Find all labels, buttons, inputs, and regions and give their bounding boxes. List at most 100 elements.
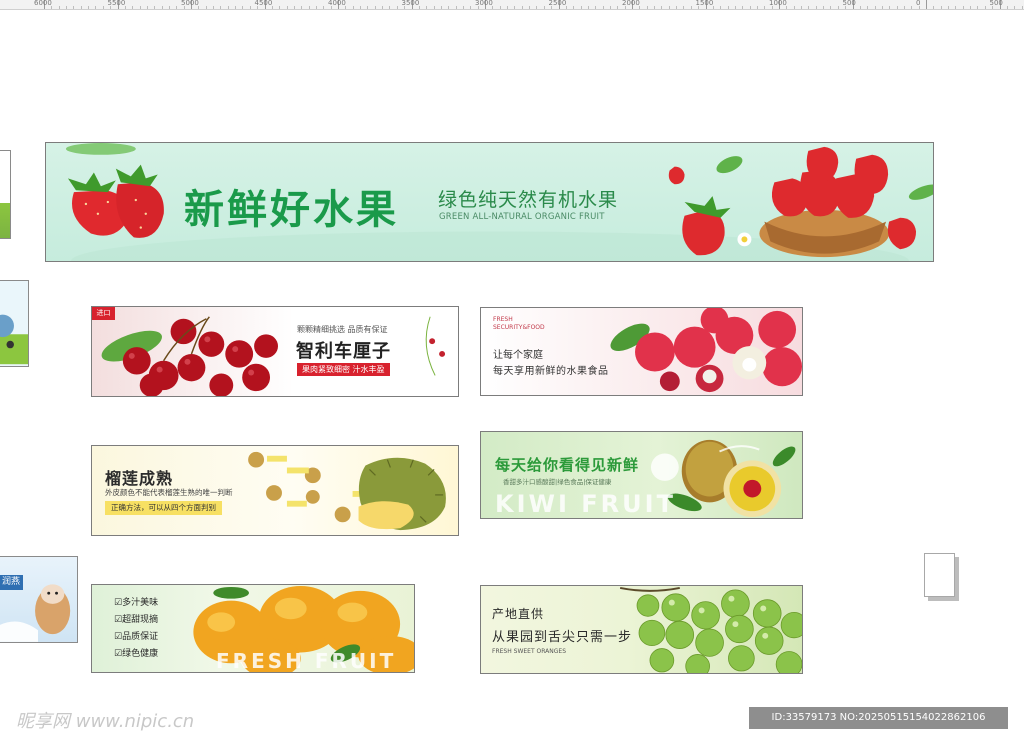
import-tag: 进口 bbox=[92, 307, 115, 320]
ruler-minor-tick bbox=[823, 6, 825, 9]
ruler-minor-tick bbox=[88, 6, 90, 9]
ruler-minor-tick bbox=[793, 6, 795, 9]
ruler-minor-tick bbox=[360, 6, 362, 9]
banner-subtitle-en: GREEN ALL-NATURAL ORGANIC FRUIT bbox=[439, 212, 605, 222]
ruler-minor-tick bbox=[911, 6, 913, 9]
ruler-minor-tick bbox=[962, 6, 964, 9]
kiwi-title: 每天给你看得见新鲜 bbox=[495, 456, 640, 474]
ruler-minor-tick bbox=[448, 6, 450, 9]
ruler-minor-tick bbox=[668, 6, 670, 9]
ruler-minor-tick bbox=[639, 6, 641, 9]
ruler-minor-tick bbox=[720, 6, 722, 9]
ruler-label: 500 bbox=[842, 0, 856, 7]
ruler-minor-tick bbox=[249, 6, 251, 9]
ruler-minor-tick bbox=[213, 6, 215, 9]
ruler-minor-tick bbox=[51, 6, 53, 9]
cow-illustration bbox=[0, 584, 71, 642]
banner-durian[interactable]: 榴莲成熟 外皮颜色不能代表榴莲生熟的唯一判断 正确方法，可以从四个方面判别 bbox=[91, 445, 459, 536]
lychee-line2: 每天享用新鲜的水果食品 bbox=[493, 366, 609, 377]
ruler-minor-tick bbox=[66, 6, 68, 9]
ruler-minor-tick bbox=[286, 6, 288, 9]
ruler-minor-tick bbox=[455, 6, 457, 9]
ruler-minor-tick bbox=[859, 6, 861, 9]
blank-page-icon[interactable] bbox=[924, 553, 955, 597]
watermark: 昵享网 www.nipic.cn bbox=[16, 711, 195, 732]
partial-image-left-2[interactable] bbox=[0, 280, 29, 367]
ruler-minor-tick bbox=[830, 6, 832, 9]
ruler-minor-tick bbox=[352, 6, 354, 9]
ruler-minor-tick bbox=[440, 6, 442, 9]
ruler-minor-tick bbox=[301, 6, 303, 9]
ruler-minor-tick bbox=[940, 6, 942, 9]
banner-cherry[interactable]: 进口 颗颗精细挑选 品质有保证 智利车厘子 果肉紧致细密 汁水丰盈 bbox=[91, 306, 459, 397]
ruler-minor-tick bbox=[293, 6, 295, 9]
ruler-minor-tick bbox=[345, 6, 347, 9]
ruler-minor-tick bbox=[661, 6, 663, 9]
ruler-minor-tick bbox=[977, 6, 979, 9]
ruler-minor-tick bbox=[433, 6, 435, 9]
ruler-label: 3000 bbox=[475, 0, 493, 7]
ruler-minor-tick bbox=[801, 6, 803, 9]
ruler-minor-tick bbox=[146, 6, 148, 9]
ruler-minor-tick bbox=[676, 6, 678, 9]
mango-feature-item: ☑超甜现摘 bbox=[114, 615, 159, 625]
ruler-minor-tick bbox=[955, 6, 957, 9]
ruler-minor-tick bbox=[507, 6, 509, 9]
ruler-minor-tick bbox=[933, 6, 935, 9]
ruler-label: 5500 bbox=[107, 0, 126, 7]
ruler-minor-tick bbox=[492, 6, 494, 9]
ruler-minor-tick bbox=[389, 6, 391, 9]
ruler-minor-tick bbox=[609, 6, 611, 9]
ruler-minor-tick bbox=[573, 6, 575, 9]
id-bar: ID:33579173 NO:20250515154022862106 bbox=[749, 707, 1008, 729]
cherry-artwork bbox=[101, 316, 446, 396]
ruler-minor-tick bbox=[95, 6, 97, 9]
ruler-minor-tick bbox=[734, 6, 736, 9]
ruler-minor-tick bbox=[808, 6, 810, 9]
ruler-minor-tick bbox=[521, 6, 523, 9]
cherry-slogan: 颗颗精细挑选 品质有保证 bbox=[297, 325, 388, 334]
partial-image-left-3[interactable]: 润燕 bbox=[0, 556, 78, 643]
ruler-tick bbox=[926, 0, 927, 9]
banner-kiwi[interactable]: 每天给你看得见新鲜 香甜多汁口感酸甜|绿色食品|保证健康 KIWI FRUIT bbox=[480, 431, 803, 519]
ruler-minor-tick bbox=[235, 6, 237, 9]
ruler-minor-tick bbox=[867, 6, 869, 9]
ruler-label: 1000 bbox=[769, 0, 787, 7]
ruler-minor-tick bbox=[279, 6, 281, 9]
ruler-minor-tick bbox=[543, 6, 545, 9]
ruler-minor-tick bbox=[426, 6, 428, 9]
ruler-minor-tick bbox=[970, 6, 972, 9]
ruler-minor-tick bbox=[565, 6, 567, 9]
ruler-minor-tick bbox=[749, 6, 751, 9]
ruler-minor-tick bbox=[139, 6, 141, 9]
banner-grape[interactable]: 产地直供 从果园到舌尖只需一步 FRESH SWEET ORANGES bbox=[480, 585, 803, 674]
kiwi-big-text: KIWI FRUIT bbox=[495, 490, 676, 518]
ruler-minor-tick bbox=[462, 6, 464, 9]
partial-image-left-1[interactable] bbox=[0, 150, 11, 239]
ruler-minor-tick bbox=[396, 6, 398, 9]
ruler-minor-tick bbox=[220, 6, 222, 9]
ruler-minor-tick bbox=[690, 6, 692, 9]
ruler-minor-tick bbox=[58, 6, 60, 9]
ruler-minor-tick bbox=[374, 6, 376, 9]
ruler-minor-tick bbox=[881, 6, 883, 9]
ruler-minor-tick bbox=[580, 6, 582, 9]
ruler-minor-tick bbox=[418, 6, 420, 9]
lychee-en-label: FRESH SECURITY&FOOD bbox=[493, 316, 545, 331]
ruler-minor-tick bbox=[617, 6, 619, 9]
mango-big-text: FRESH FRUIT bbox=[216, 649, 397, 673]
ruler-minor-tick bbox=[205, 6, 207, 9]
lychee-line1: 让每个家庭 bbox=[493, 350, 543, 361]
ruler-minor-tick bbox=[132, 6, 134, 9]
ruler-minor-tick bbox=[756, 6, 758, 9]
ruler-minor-tick bbox=[367, 6, 369, 9]
banner-strawberry[interactable]: 新鲜好水果 绿色纯天然有机水果 GREEN ALL-NATURAL ORGANI… bbox=[45, 142, 934, 262]
banner-lychee[interactable]: FRESH SECURITY&FOOD 让每个家庭 每天享用新鲜的水果食品 bbox=[480, 307, 803, 396]
grape-line1: 产地直供 bbox=[492, 607, 545, 621]
durian-note: 正确方法，可以从四个方面判别 bbox=[105, 501, 222, 515]
ruler-label: 3500 bbox=[401, 0, 420, 7]
banner-mango[interactable]: ☑多汁美味 ☑超甜现摘 ☑品质保证 ☑绿色健康 FRESH FRUIT bbox=[91, 584, 415, 673]
ruler-minor-tick bbox=[242, 6, 244, 9]
ruler: 6000 5500 5000 4500 4000 3500 3000 2500 2000 1500… bbox=[0, 0, 1024, 10]
ruler-minor-tick bbox=[712, 6, 714, 9]
